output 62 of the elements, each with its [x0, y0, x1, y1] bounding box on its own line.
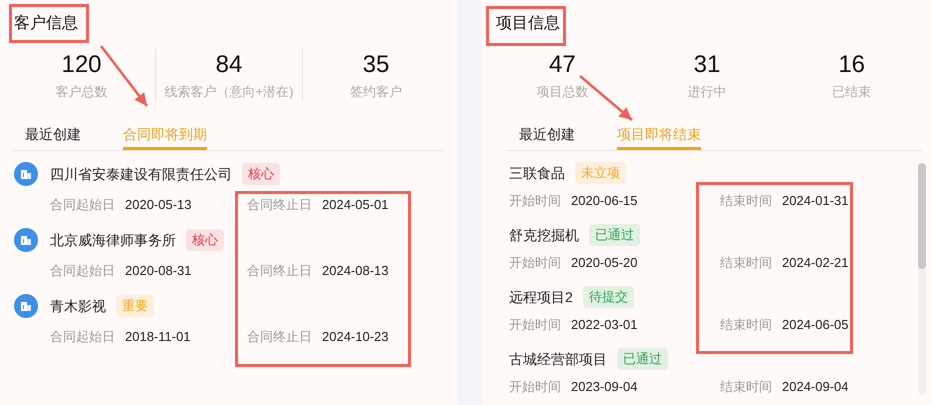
date-value: 2024-05-01 [322, 196, 388, 214]
date-label: 合同起始日 [50, 196, 115, 214]
building-icon [14, 228, 38, 252]
date-label: 合同终止日 [247, 196, 312, 214]
tab[interactable]: 最近创建 [25, 122, 81, 150]
status-tag: 核心 [242, 163, 280, 185]
status-tag: 未立项 [575, 162, 626, 184]
date-label: 开始时间 [509, 254, 561, 272]
date-value: 2024-09-04 [782, 378, 848, 396]
item-name[interactable]: 北京威海律师事务所 [50, 230, 176, 250]
status-tag: 已通过 [617, 348, 668, 370]
item-name[interactable]: 四川省安泰建设有限责任公司 [50, 164, 232, 184]
stat-value: 47 [548, 50, 576, 80]
building-icon [14, 162, 38, 186]
date-label: 开始时间 [509, 316, 561, 334]
date-value: 2024-02-21 [782, 254, 848, 272]
date-label: 结束时间 [720, 192, 772, 210]
panel-title: 项目信息 [496, 14, 560, 34]
date-label: 合同终止日 [247, 328, 312, 346]
item-name[interactable]: 青木影视 [50, 296, 106, 316]
date-label: 开始时间 [509, 192, 561, 210]
tab[interactable]: 最近创建 [519, 122, 575, 150]
item-name[interactable]: 古城经营部项目 [509, 348, 607, 370]
item-name[interactable]: 远程项目2 [509, 286, 573, 308]
date-value: 2024-10-23 [322, 328, 388, 346]
date-value: 2024-08-13 [322, 262, 388, 280]
date-label: 结束时间 [720, 378, 772, 396]
status-tag: 待提交 [582, 286, 634, 308]
date-value: 2024-06-05 [782, 316, 848, 334]
status-tag: 核心 [186, 229, 224, 251]
item-name[interactable]: 三联食品 [509, 162, 565, 184]
stat-label: 线索客户（意向+潜在) [164, 83, 294, 101]
stat-label: 客户总数 [56, 83, 108, 101]
stat-value: 120 [61, 50, 102, 80]
date-value: 2022-03-01 [571, 316, 638, 334]
stat-value: 16 [838, 50, 866, 80]
stat-label: 项目总数 [536, 83, 588, 101]
stat-label: 签约客户 [350, 83, 402, 101]
date-label: 合同起始日 [50, 328, 115, 346]
date-label: 开始时间 [509, 378, 561, 396]
date-label: 合同起始日 [50, 262, 115, 280]
date-label: 结束时间 [720, 316, 772, 334]
date-value: 2020-06-15 [571, 192, 638, 210]
date-label: 结束时间 [720, 254, 772, 272]
status-tag: 重要 [116, 295, 154, 317]
panel-title: 客户信息 [14, 14, 78, 34]
stat-value: 35 [362, 50, 390, 80]
building-icon [14, 294, 38, 318]
date-label: 合同终止日 [247, 262, 312, 280]
date-value: 2020-05-20 [571, 254, 638, 272]
scrollbar[interactable] [918, 163, 926, 395]
status-tag: 已通过 [589, 224, 640, 246]
date-value: 2023-09-04 [571, 378, 638, 396]
item-name[interactable]: 舒克挖掘机 [509, 224, 579, 246]
stat-label: 进行中 [687, 83, 726, 101]
date-value: 2020-05-13 [125, 196, 192, 214]
stat-value: 31 [694, 50, 720, 80]
date-value: 2024-01-31 [782, 192, 848, 210]
stat-value: 84 [216, 50, 242, 80]
date-value: 2018-11-01 [125, 328, 191, 346]
stat-label: 已结束 [832, 83, 872, 101]
date-value: 2020-08-31 [125, 262, 192, 280]
